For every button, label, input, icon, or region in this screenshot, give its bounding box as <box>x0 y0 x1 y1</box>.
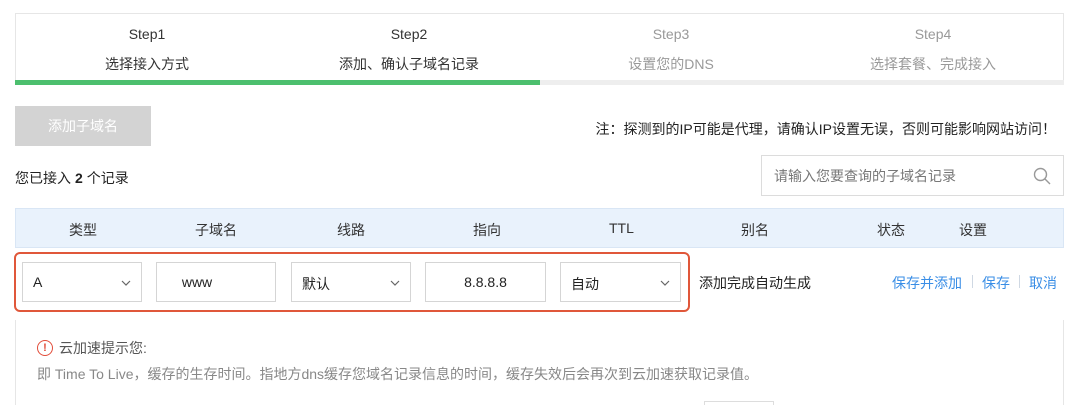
record-count-prefix: 您已接入 <box>15 170 71 186</box>
proxy-ip-notice: 注：探测到的IP可能是代理，请确认IP设置无误，否则可能影响网站访问！ <box>595 121 1056 137</box>
record-type-value: A <box>33 274 43 290</box>
save-and-add-link[interactable]: 保存并添加 <box>892 273 962 293</box>
header-ttl: TTL <box>609 220 634 236</box>
tip-body: 即 Time To Live，缓存的生存时间。指地方dns缓存您域名记录信息的时… <box>37 366 759 382</box>
warning-icon: ! <box>37 340 53 356</box>
step-indicator: Step1 选择接入方式 Step2 添加、确认子域名记录 Step3 设置您的… <box>15 13 1064 85</box>
header-subdomain: 子域名 <box>195 222 237 238</box>
step-3-label: 设置您的DNS <box>628 56 714 72</box>
step-1-label: 选择接入方式 <box>105 56 189 72</box>
progress-fill <box>15 80 540 85</box>
step-2: Step2 添加、确认子域名记录 <box>278 14 540 86</box>
step-1-number: Step1 <box>128 26 166 42</box>
popup-edge <box>704 401 774 405</box>
header-status: 状态 <box>877 222 905 238</box>
step-4: Step4 选择套餐、完成接入 <box>802 14 1064 86</box>
ttl-value: 自动 <box>571 276 599 292</box>
action-divider <box>972 275 973 288</box>
step-3-number: Step3 <box>652 26 690 42</box>
step-4-label: 选择套餐、完成接入 <box>870 56 996 72</box>
search-icon[interactable] <box>1033 167 1051 185</box>
record-count-number: 2 <box>75 170 83 186</box>
subdomain-input[interactable]: www <box>156 262 276 302</box>
tip-title-text: 云加速提示您: <box>59 340 147 356</box>
header-alias: 别名 <box>741 222 769 238</box>
subdomain-value: www <box>181 274 213 290</box>
subdomain-search-box <box>761 155 1064 196</box>
add-subdomain-button[interactable]: 添加子域名 <box>15 106 151 146</box>
target-input[interactable]: 8.8.8.8 <box>425 262 546 302</box>
step-1: Step1 选择接入方式 <box>16 14 278 86</box>
action-divider <box>1019 275 1020 288</box>
chevron-down-icon <box>390 280 400 286</box>
cancel-link[interactable]: 取消 <box>1029 273 1057 293</box>
ttl-select[interactable]: 自动 <box>560 262 681 302</box>
save-link[interactable]: 保存 <box>982 273 1010 293</box>
chevron-down-icon <box>660 280 670 286</box>
record-count-suffix: 个记录 <box>86 170 129 186</box>
header-settings: 设置 <box>959 222 987 238</box>
header-target: 指向 <box>473 222 501 238</box>
subdomain-search-input[interactable] <box>762 156 1034 195</box>
step-4-number: Step4 <box>914 26 952 42</box>
progress-track <box>15 80 1064 85</box>
records-table-header: 类型 子域名 线路 指向 TTL 别名 状态 设置 <box>15 208 1064 248</box>
line-value: 默认 <box>302 276 330 292</box>
line-select[interactable]: 默认 <box>291 262 411 302</box>
alias-auto-text: 添加完成自动生成 <box>699 275 811 291</box>
tip-title: ! 云加速提示您: <box>37 338 147 358</box>
record-count: 您已接入 2 个记录 <box>15 168 129 188</box>
step-2-number: Step2 <box>390 26 428 42</box>
step-3: Step3 设置您的DNS <box>540 14 802 86</box>
tip-panel <box>15 320 1064 405</box>
step-2-label: 添加、确认子域名记录 <box>339 56 479 72</box>
target-value: 8.8.8.8 <box>464 274 507 290</box>
header-type: 类型 <box>69 222 97 238</box>
header-line: 线路 <box>337 222 365 238</box>
